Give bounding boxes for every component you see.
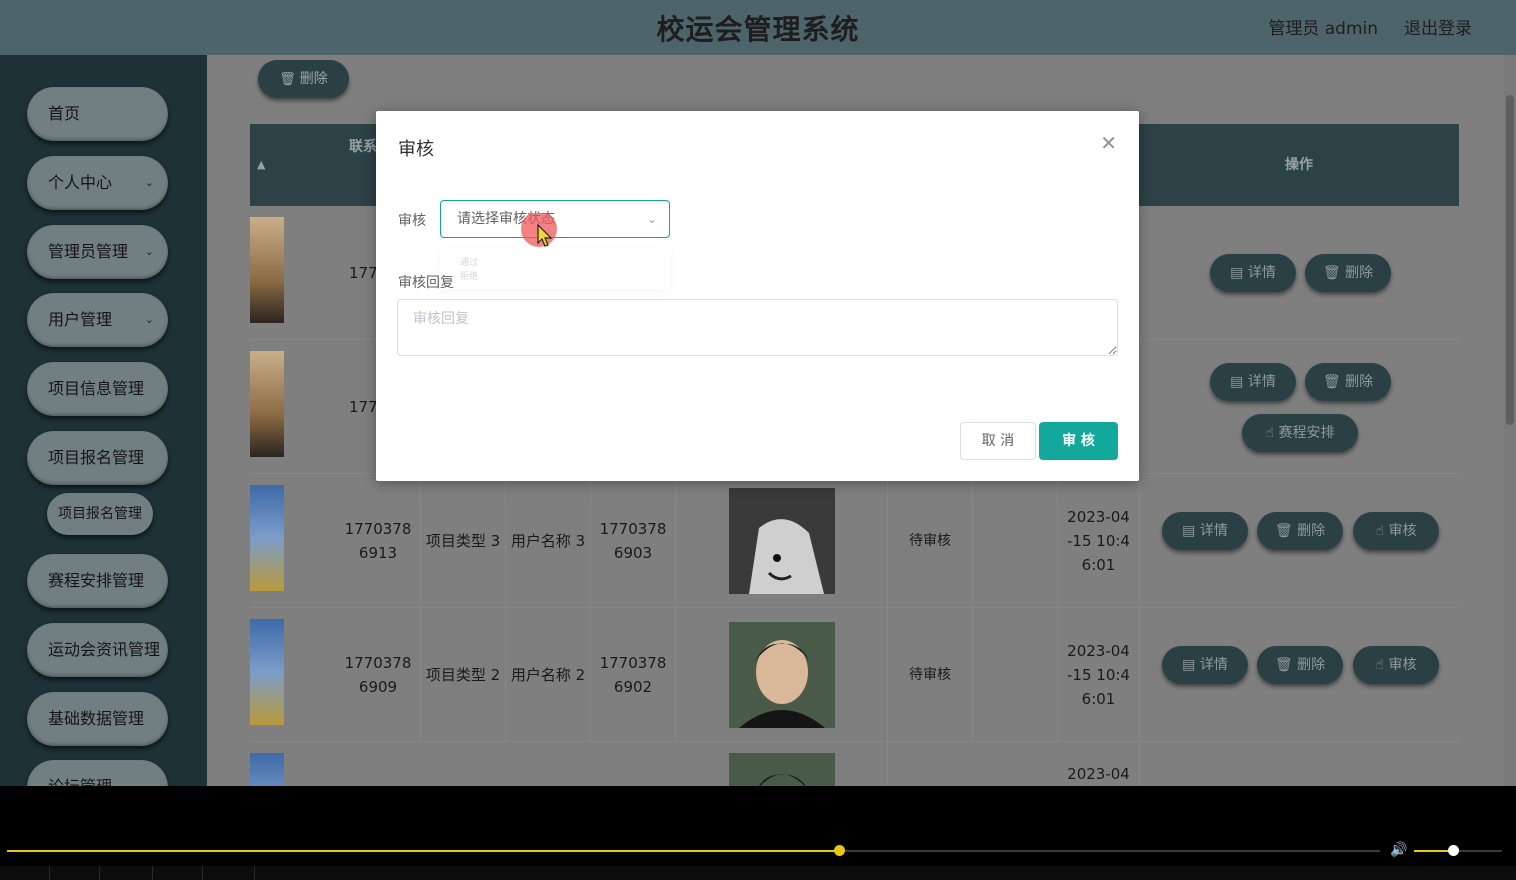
volume-level bbox=[1414, 850, 1453, 852]
toolbar-segment[interactable] bbox=[153, 866, 203, 880]
logout-link[interactable]: 退出登录 bbox=[1404, 14, 1472, 39]
toolbar-segment[interactable] bbox=[100, 866, 153, 880]
toolbar-segment[interactable] bbox=[0, 866, 50, 880]
player-toolbar bbox=[0, 866, 1516, 880]
top-header: 校运会管理系统 管理员 admin 退出登录 bbox=[0, 0, 1516, 55]
seek-handle[interactable] bbox=[834, 845, 846, 856]
video-player-bar: 🔊 bbox=[0, 786, 1516, 880]
mouse-cursor-icon bbox=[521, 213, 557, 247]
volume-slider[interactable] bbox=[1414, 845, 1502, 856]
review-reply-label: 审核回复 bbox=[398, 275, 454, 291]
toolbar-segment[interactable] bbox=[50, 866, 100, 880]
volume-handle[interactable] bbox=[1447, 845, 1459, 856]
volume-icon[interactable]: 🔊 bbox=[1390, 842, 1407, 858]
seek-bar[interactable] bbox=[7, 845, 1380, 856]
chevron-down-icon: ⌄ bbox=[646, 212, 657, 226]
review-dialog: 审核 ✕ 审核 请选择审核状态⌄ 通过 拒绝 审核回复 取 消 审 核 bbox=[376, 111, 1139, 481]
dropdown-option-approve[interactable]: 通过 bbox=[460, 255, 478, 268]
cancel-button[interactable]: 取 消 bbox=[960, 422, 1036, 460]
review-confirm-button[interactable]: 审 核 bbox=[1039, 422, 1118, 460]
review-status-label: 审核 bbox=[398, 213, 426, 229]
app-window: 校运会管理系统 管理员 admin 退出登录 首页 个人中心 ⌄ 管理员管理 ⌄ 用… bbox=[0, 0, 1516, 786]
dropdown-option-reject[interactable]: 拒绝 bbox=[460, 269, 478, 282]
dialog-title: 审核 bbox=[398, 139, 434, 160]
review-reply-input[interactable] bbox=[397, 299, 1118, 356]
admin-label: 管理员 admin bbox=[1268, 19, 1378, 39]
close-icon[interactable]: ✕ bbox=[1100, 131, 1117, 155]
status-dropdown: 通过 拒绝 bbox=[440, 249, 670, 289]
toolbar-segment[interactable] bbox=[203, 866, 255, 880]
seek-progress bbox=[7, 850, 840, 852]
